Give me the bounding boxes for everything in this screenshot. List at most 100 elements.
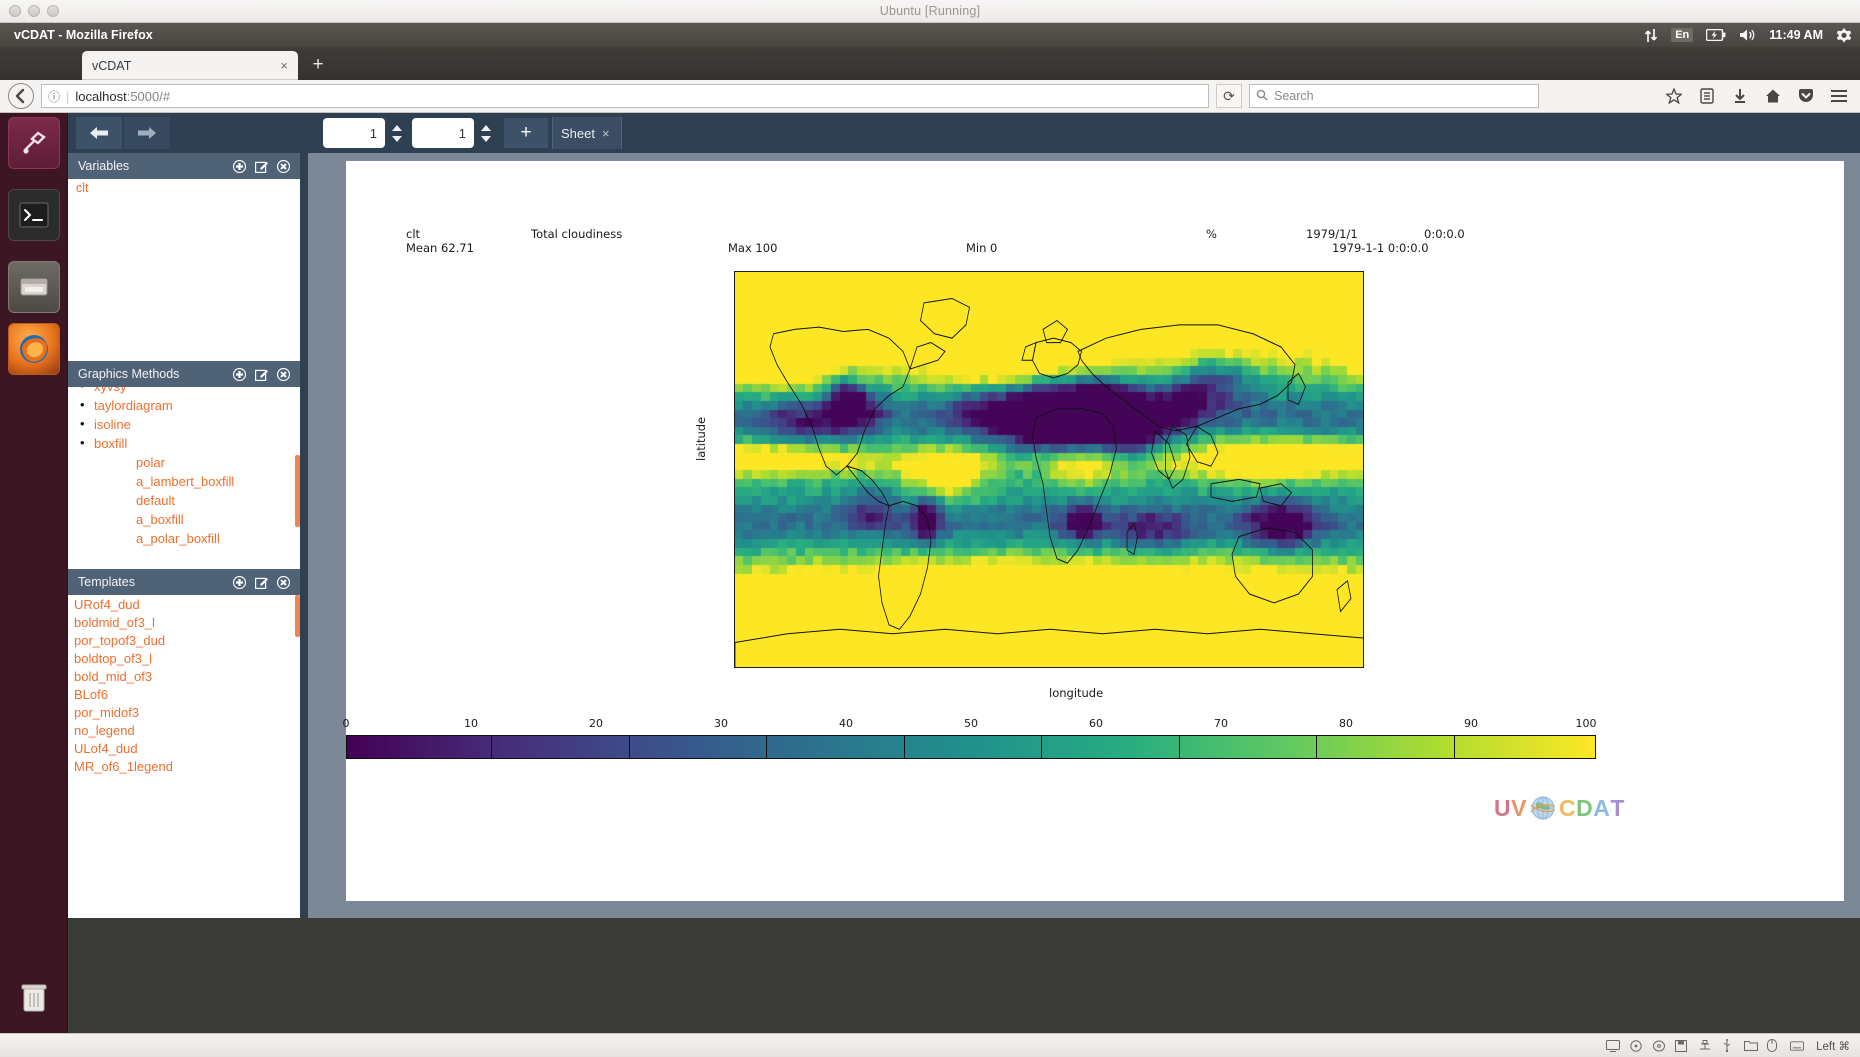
new-tab-button[interactable]: +	[308, 55, 328, 76]
floppy-icon[interactable]	[1675, 1039, 1689, 1053]
graphics-method-subitem[interactable]: polar	[68, 453, 300, 472]
firefox-navbar: ⓘ | localhost:5000/# ⟳ Search	[0, 80, 1860, 113]
edit-icon[interactable]	[255, 368, 268, 381]
battery-icon[interactable]	[1706, 29, 1726, 41]
tab-label: vCDAT	[92, 58, 132, 73]
download-icon[interactable]	[1727, 83, 1753, 109]
columns-stepper[interactable]	[476, 118, 496, 148]
close-icon[interactable]: ×	[280, 58, 288, 73]
colorbar-tick-label: 30	[714, 717, 728, 730]
delete-icon[interactable]	[276, 159, 291, 173]
graphics-method-item[interactable]: boxfill	[76, 434, 300, 453]
columns-input[interactable]: 1	[412, 118, 474, 148]
graphics-methods-scrollbar[interactable]	[295, 455, 300, 527]
logo-letter-v: V	[1511, 794, 1527, 821]
maximize-button[interactable]	[47, 5, 59, 17]
rows-input[interactable]: 1	[323, 118, 385, 148]
sheet-tab-label: Sheet	[561, 125, 595, 141]
minimize-button[interactable]	[28, 5, 40, 17]
network-icon[interactable]	[1698, 1039, 1712, 1053]
hamburger-menu-icon[interactable]	[1826, 83, 1852, 109]
template-item[interactable]: bold_mid_of3	[68, 667, 300, 685]
volume-icon[interactable]	[1739, 28, 1756, 42]
templates-scrollbar[interactable]	[295, 595, 300, 637]
close-icon[interactable]: ×	[602, 126, 610, 141]
display-icon[interactable]	[1606, 1039, 1621, 1053]
x-axis-label: longitude	[1049, 686, 1104, 700]
panel-body-graphics-methods[interactable]: xyvsy taylordiagram isoline boxfill pola…	[68, 387, 300, 569]
clock-indicator[interactable]: 11:49 AM	[1769, 28, 1823, 42]
template-item[interactable]: MR_of6_1legend	[68, 757, 300, 775]
graphics-method-subitem[interactable]: a_boxfill	[68, 510, 300, 529]
delete-icon[interactable]	[276, 575, 291, 589]
url-host: localhost	[75, 88, 127, 104]
graphics-method-subitem[interactable]: a_polar_boxfill	[68, 529, 300, 548]
uvcdat-logo: U V C D A T	[1494, 793, 1654, 823]
info-icon[interactable]: ⓘ	[48, 88, 60, 105]
plot-canvas[interactable]: clt Total cloudiness % 1979/1/1 0:0:0.0 …	[343, 161, 1844, 901]
url-bar[interactable]: ⓘ | localhost:5000/#	[41, 84, 1209, 108]
edit-icon[interactable]	[255, 160, 268, 173]
template-item[interactable]: por_topof3_dud	[68, 631, 300, 649]
shared-folder-icon[interactable]	[1744, 1039, 1759, 1053]
template-item[interactable]: boldtop_of3_l	[68, 649, 300, 667]
url-separator: |	[66, 88, 70, 104]
template-item[interactable]: boldmid_of3_l	[68, 613, 300, 631]
search-input[interactable]: Search	[1249, 84, 1539, 108]
ubuntu-indicator-area[interactable]: En 11:49 AM	[1644, 23, 1852, 47]
graphics-method-item[interactable]: xyvsy	[76, 387, 300, 396]
keyboard-layout-indicator[interactable]: En	[1671, 28, 1694, 42]
add-icon[interactable]	[232, 575, 247, 589]
colorbar[interactable]: 0 10 20 30 40 50 60 70 80 90 100	[343, 717, 1597, 762]
template-item[interactable]: no_legend	[68, 721, 300, 739]
network-updown-icon[interactable]	[1644, 28, 1658, 43]
back-button[interactable]	[8, 83, 34, 109]
plot-timestamp: 1979-1-1 0:0:0.0	[1332, 241, 1429, 255]
gear-icon[interactable]	[1836, 27, 1852, 43]
graphics-method-subitem[interactable]: default	[68, 491, 300, 510]
add-sheet-button[interactable]: +	[504, 118, 548, 148]
canvas-area: clt Total cloudiness % 1979/1/1 0:0:0.0 …	[308, 153, 1860, 918]
home-icon[interactable]	[1760, 83, 1786, 109]
cd-icon[interactable]	[1652, 1039, 1666, 1053]
library-icon[interactable]	[1694, 83, 1720, 109]
plot-min: Min 0	[966, 241, 998, 255]
panel-body-templates[interactable]: URof4_dud boldmid_of3_l por_topof3_dud b…	[68, 595, 300, 824]
harddisk-icon[interactable]	[1629, 1039, 1643, 1053]
window-controls[interactable]	[9, 5, 59, 17]
logo-letter-u: U	[1494, 794, 1512, 821]
star-icon[interactable]	[1661, 83, 1687, 109]
edit-icon[interactable]	[255, 576, 268, 589]
graphics-method-item[interactable]: taylordiagram	[76, 396, 300, 415]
variable-item-clt[interactable]: clt	[68, 179, 300, 197]
graphics-method-subitem[interactable]: a_lambert_boxfill	[68, 472, 300, 491]
close-button[interactable]	[9, 5, 21, 17]
redo-button[interactable]	[124, 117, 170, 149]
colorbar-tick-label: 60	[1089, 717, 1103, 730]
map-plot[interactable]: 90N 80N 60N 40N 20N Eq 20S 40S 60S 80S 9…	[734, 271, 1364, 668]
browser-tab-vcdat[interactable]: vCDAT ×	[82, 51, 298, 80]
template-item[interactable]: BLof6	[68, 685, 300, 703]
firefox-tabstrip: vCDAT × +	[0, 47, 1860, 80]
url-text: localhost:5000/#	[75, 89, 170, 104]
template-item[interactable]: ULof4_dud	[68, 739, 300, 757]
reload-button[interactable]: ⟳	[1216, 84, 1242, 108]
pocket-icon[interactable]	[1793, 83, 1819, 109]
plot-long-name: Total cloudiness	[531, 227, 623, 241]
y-axis-label: latitude	[694, 416, 708, 461]
graphics-method-item[interactable]: isoline	[76, 415, 300, 434]
rows-stepper[interactable]	[387, 118, 407, 148]
delete-icon[interactable]	[276, 367, 291, 381]
usb-icon[interactable]	[1721, 1039, 1735, 1053]
coastlines-overlay	[735, 297, 1363, 667]
template-item[interactable]: por_midof3	[68, 703, 300, 721]
keyboard-icon[interactable]	[1790, 1039, 1805, 1053]
mouse-icon[interactable]	[1767, 1039, 1781, 1053]
template-item[interactable]: URof4_dud	[68, 595, 300, 613]
plot-units: %	[1206, 227, 1217, 241]
undo-button[interactable]	[76, 117, 122, 149]
colorbar-tick-label: 70	[1214, 717, 1228, 730]
sheet-tab[interactable]: Sheet ×	[552, 117, 622, 149]
add-icon[interactable]	[232, 159, 247, 173]
add-icon[interactable]	[232, 367, 247, 381]
